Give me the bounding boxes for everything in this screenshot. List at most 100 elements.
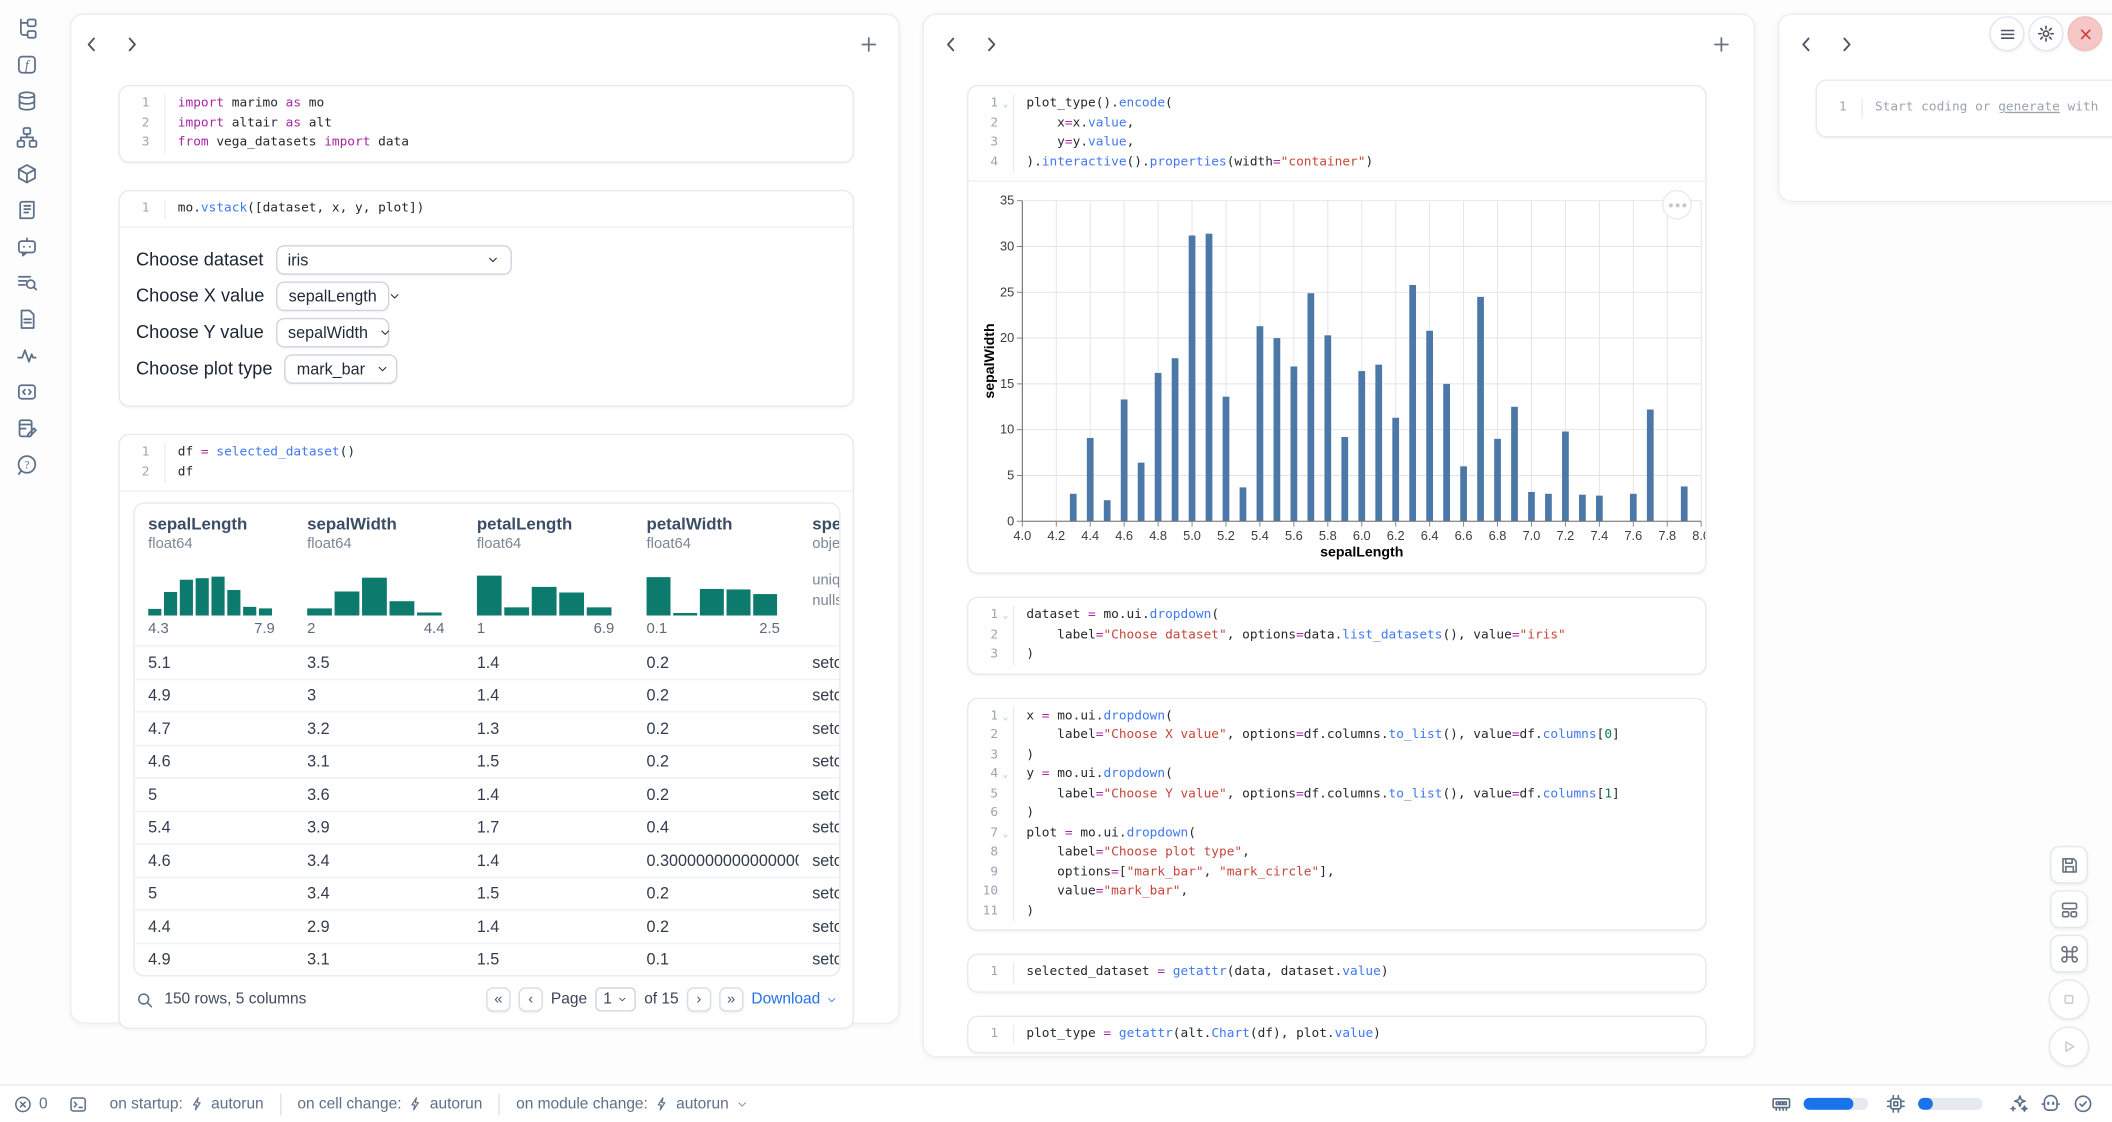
bar <box>1562 432 1569 522</box>
table-row[interactable]: 4.42.91.40.2setosa <box>135 909 839 942</box>
fold-icon[interactable]: ⌄ <box>998 94 1013 114</box>
column-header[interactable]: speciesobjectunique:nulls: <box>799 515 839 638</box>
fold-icon[interactable]: ⌄ <box>998 606 1013 626</box>
plot-type-select[interactable]: mark_bar <box>285 354 398 384</box>
generate-link[interactable]: generate <box>1998 100 2060 115</box>
save-icon[interactable] <box>2050 846 2088 884</box>
code-editor[interactable]: 1import marimo as mo2import altair as al… <box>120 86 853 161</box>
cell-plot: 1⌄plot_type().encode(2 x=x.value,3 y=y.v… <box>967 85 1706 574</box>
bar-chart[interactable]: 4.04.24.44.64.85.05.25.45.65.86.06.26.46… <box>982 190 1705 562</box>
keyboard-shortcuts-icon[interactable] <box>2050 935 2088 973</box>
table-row[interactable]: 4.63.11.50.2setosa <box>135 744 839 777</box>
help-icon[interactable]: ? <box>16 454 38 476</box>
last-page-button[interactable]: » <box>719 987 743 1011</box>
fold-icon[interactable]: ⌄ <box>998 765 1013 785</box>
column-scroll-right-icon[interactable] <box>1837 34 1859 56</box>
settings-gear-icon[interactable] <box>2028 16 2063 51</box>
tracing-icon[interactable] <box>16 345 38 367</box>
code-editor[interactable]: 1⌄dataset = mo.ui.dropdown(2 label="Choo… <box>968 598 1705 673</box>
code-editor[interactable]: 1⌄x = mo.ui.dropdown(2 label="Choose X v… <box>968 698 1705 929</box>
code-editor[interactable]: 1selected_dataset = getattr(data, datase… <box>968 955 1705 991</box>
close-icon[interactable] <box>2068 16 2103 51</box>
dataframe-output: sepalLengthfloat644.37.9sepalWidthfloat6… <box>120 490 853 1027</box>
add-cell-button[interactable] <box>1712 34 1732 54</box>
table-cell: 4.4 <box>135 917 294 936</box>
bar <box>1307 293 1314 521</box>
next-page-button[interactable]: › <box>687 987 711 1011</box>
code-line: 2 label="Choose X value", options=df.col… <box>968 726 1705 746</box>
chart-menu-icon[interactable] <box>1662 190 1692 220</box>
script-icon[interactable] <box>16 199 38 221</box>
menu-icon[interactable] <box>1989 16 2024 51</box>
bar <box>1477 297 1484 521</box>
prev-page-button[interactable]: ‹ <box>519 987 543 1011</box>
run-all-icon[interactable] <box>2049 1026 2089 1066</box>
table-cell: 5.1 <box>135 653 294 672</box>
scratchpad-icon[interactable] <box>16 418 38 440</box>
layout-toggle-icon[interactable] <box>2050 890 2088 928</box>
table-row[interactable]: 53.41.50.2setosa <box>135 876 839 909</box>
lightning-icon <box>408 1096 423 1111</box>
terminal-icon[interactable] <box>69 1094 88 1113</box>
download-button[interactable]: Download <box>751 991 837 1007</box>
search-icon[interactable] <box>136 991 154 1009</box>
x-value-select[interactable]: sepalLength <box>277 281 390 311</box>
fold-icon[interactable]: ⌄ <box>998 824 1013 844</box>
bar <box>1630 494 1637 521</box>
dependency-graph-icon[interactable] <box>16 127 38 149</box>
first-page-button[interactable]: « <box>486 987 510 1011</box>
column-scroll-right-icon[interactable] <box>982 34 1004 56</box>
chat-bot-icon[interactable] <box>16 236 38 258</box>
column-header[interactable]: petalWidthfloat640.12.5 <box>633 515 799 638</box>
database-icon[interactable] <box>16 90 38 112</box>
file-tree-icon[interactable] <box>16 18 38 40</box>
table-cell: 2.9 <box>294 917 464 936</box>
assistant-icon[interactable] <box>2041 1094 2061 1114</box>
table-row[interactable]: 4.931.40.2setosa <box>135 678 839 711</box>
error-indicator[interactable]: 0 <box>13 1094 47 1113</box>
documentation-icon[interactable] <box>16 308 38 330</box>
packages-icon[interactable] <box>16 163 38 185</box>
column-header[interactable]: sepalWidthfloat6424.4 <box>294 515 464 638</box>
on-module-change-setting[interactable]: on module change: autorun <box>516 1096 749 1112</box>
column-scroll-right-icon[interactable] <box>123 34 145 56</box>
table-row[interactable]: 4.73.21.30.2setosa <box>135 711 839 744</box>
svg-text:8.0: 8.0 <box>1692 528 1706 543</box>
on-startup-setting[interactable]: on startup: autorun <box>110 1096 264 1112</box>
snippets-icon[interactable] <box>16 381 38 403</box>
code-editor[interactable]: 1⌄plot_type().encode(2 x=x.value,3 y=y.v… <box>968 86 1705 180</box>
line-number: 1 <box>120 199 150 219</box>
table-row[interactable]: 4.93.11.50.1setosa <box>135 942 839 975</box>
logs-search-icon[interactable] <box>16 272 38 294</box>
lightning-icon <box>655 1096 670 1111</box>
add-cell-button[interactable] <box>859 34 879 54</box>
column-scroll-left-icon[interactable] <box>942 34 964 56</box>
column-header[interactable]: sepalLengthfloat644.37.9 <box>135 515 294 638</box>
column-scroll-left-icon[interactable] <box>82 34 104 56</box>
on-cell-change-setting[interactable]: on cell change: autorun <box>297 1096 482 1112</box>
fold-icon[interactable]: ⌄ <box>998 706 1013 726</box>
kernel-status-icon[interactable] <box>2073 1094 2093 1114</box>
code-editor[interactable]: 1plot_type = getattr(alt.Chart(df), plot… <box>968 1016 1705 1052</box>
functions-icon[interactable]: f <box>16 54 38 76</box>
table-cell: setosa <box>799 719 839 738</box>
table-row[interactable]: 4.63.41.40.30000000000000004setosa <box>135 843 839 876</box>
chart-output: 4.04.24.44.64.85.05.25.45.65.86.06.26.46… <box>968 180 1705 572</box>
y-value-select[interactable]: sepalWidth <box>276 317 389 347</box>
column-scroll-left-icon[interactable] <box>1797 34 1819 56</box>
page-select[interactable]: 1 <box>595 987 636 1011</box>
table-row[interactable]: 5.13.51.40.2setosa <box>135 645 839 678</box>
ai-sparkles-icon[interactable] <box>2008 1094 2028 1114</box>
table-row[interactable]: 53.61.40.2setosa <box>135 777 839 810</box>
code-editor[interactable]: 1df = selected_dataset()2df <box>120 435 853 490</box>
svg-text:f: f <box>25 57 31 72</box>
code-editor[interactable]: 1 Start coding or generate with <box>1817 81 2112 136</box>
code-editor[interactable]: 1mo.vstack([dataset, x, y, plot]) <box>120 191 853 227</box>
code-line: 2 x=x.value, <box>968 114 1705 134</box>
stop-icon[interactable] <box>2049 979 2089 1019</box>
column-header[interactable]: petalLengthfloat6416.9 <box>463 515 633 638</box>
dataset-select[interactable]: iris <box>276 244 512 274</box>
table-cell: setosa <box>799 785 839 804</box>
table-row[interactable]: 5.43.91.70.4setosa <box>135 810 839 843</box>
svg-text:25: 25 <box>1000 284 1014 299</box>
